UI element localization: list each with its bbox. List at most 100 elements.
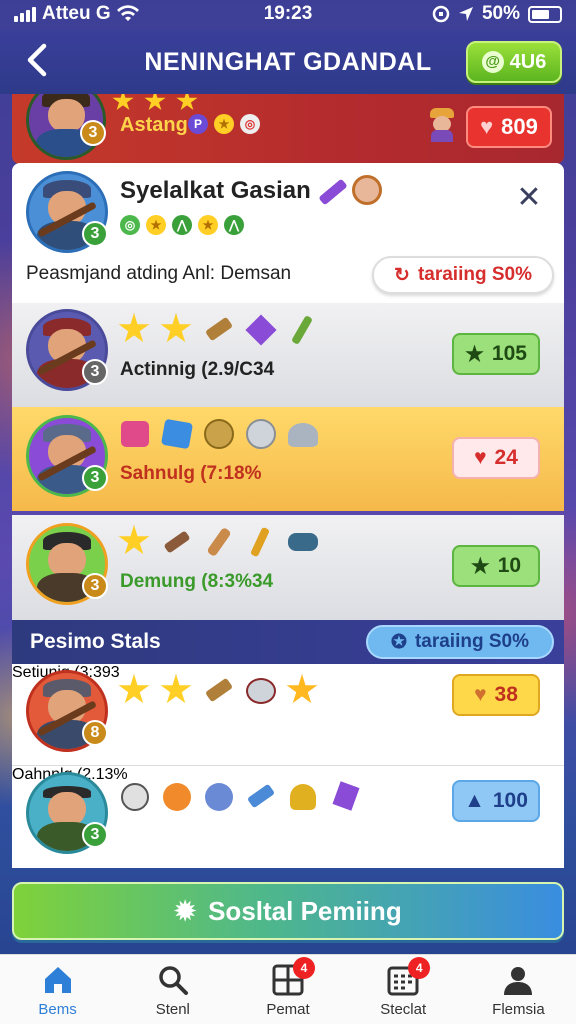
notification-badge: 4: [293, 957, 315, 979]
item-icons: [118, 780, 362, 814]
item-icons: [118, 417, 320, 451]
orb-icon: [202, 780, 236, 814]
level-badge: 8: [82, 720, 108, 746]
coins-button[interactable]: @ 4U6: [466, 41, 562, 83]
rating-pill[interactable]: ↻ taraiing S0%: [372, 256, 554, 294]
star-icon: [160, 313, 192, 343]
player-row[interactable]: 3 Oahnnlg (2.13% ▲ 100: [12, 766, 564, 868]
coin-icon: [118, 780, 152, 814]
coin-icon: [202, 417, 236, 451]
torch-icon: [244, 525, 278, 559]
level-badge: 3: [82, 359, 108, 385]
section-rating-pill[interactable]: ✪ taraiing S0%: [366, 625, 554, 659]
crown-icon: [286, 674, 318, 704]
arrow-icon: ⋀: [172, 215, 192, 235]
rating-stars: [112, 94, 198, 112]
player-name: Astang: [120, 114, 188, 136]
score-value: 10: [497, 554, 522, 577]
wand-icon: [318, 178, 348, 206]
level-badge: 3: [82, 465, 108, 491]
item-icons: [318, 175, 382, 206]
tab-label: Bems: [38, 1001, 77, 1018]
tab-label: Pemat: [266, 1001, 310, 1018]
level-badge: 3: [82, 221, 108, 247]
level-badge: 3: [82, 573, 108, 599]
section-header: Pesimo Stals ✪ taraiing S0%: [12, 620, 564, 664]
star-icon: [118, 674, 150, 704]
profile-icon: [504, 967, 533, 995]
star-icon: [144, 94, 166, 111]
tab-grid[interactable]: 4 Pemat: [230, 955, 345, 1024]
star-icon: [176, 94, 198, 111]
coins-value: 4U6: [509, 50, 547, 73]
tab-home[interactable]: Bems: [0, 955, 115, 1024]
p-icon: P: [188, 114, 208, 134]
player-row[interactable]: 3 Demung (8:3%34 ★ 10: [12, 515, 564, 620]
player-row[interactable]: 3 Sahnulg (7:18% ♥ 24: [12, 407, 564, 511]
score-button[interactable]: ▲ 100: [452, 780, 540, 822]
item-icons: [118, 674, 320, 708]
item-icons: [118, 525, 320, 559]
score-button[interactable]: ★ 10: [452, 545, 540, 587]
notification-badge: 4: [408, 957, 431, 979]
section-title: Pesimo Stals: [30, 630, 161, 653]
battery-label: 50%: [481, 3, 520, 24]
app-header: NENINGHAT GDANDAL @ 4U6: [0, 30, 576, 94]
thumb-icon: ▲: [464, 789, 485, 812]
row-label: Demung (8:3%34: [120, 571, 274, 592]
item-icons: [118, 313, 320, 347]
arrow-icon: ⋀: [224, 215, 244, 235]
timer-icon: ↻: [394, 264, 410, 286]
star-icon: [112, 94, 134, 111]
row-label: Actinnig (2.9/C34: [120, 359, 275, 380]
tab-profile[interactable]: Flemsia: [461, 955, 576, 1024]
score-button[interactable]: ♥ 38: [452, 674, 540, 716]
tab-label: Steclat: [380, 1001, 427, 1018]
player-row[interactable]: 3 Actinnig (2.9/C34 ★ 105: [12, 303, 564, 407]
star-icon: ★: [146, 215, 166, 235]
tab-label: Flemsia: [492, 1001, 545, 1018]
gear-icon: ✹: [174, 895, 197, 926]
shield-icon: [244, 417, 278, 451]
home-icon: [44, 967, 71, 993]
star-icon: ★: [214, 114, 234, 134]
submit-button[interactable]: ✹ Sosltal Pemiing: [12, 882, 564, 940]
rating-text: taraiing S0%: [417, 264, 532, 285]
rotation-lock-icon: [432, 5, 450, 23]
location-icon: [458, 7, 473, 21]
tab-calendar[interactable]: 4 Steclat: [346, 955, 461, 1024]
player-description: Peasmjand atding Anl: Demsan: [26, 263, 292, 284]
helmet-icon: [286, 417, 320, 451]
score-value: 38: [494, 683, 518, 706]
level-badge: 3: [80, 120, 106, 146]
potion-icon: [118, 417, 152, 451]
trait-icons: ◎ ★ ⋀ ★ ⋀: [120, 215, 244, 235]
row-label: Sahnulg (7:18%: [120, 463, 262, 484]
score-button[interactable]: ★ 105: [452, 333, 540, 375]
search-icon: [159, 966, 188, 995]
tab-search[interactable]: Stenl: [115, 955, 230, 1024]
cannon-icon: [286, 525, 320, 559]
battery-icon: [528, 5, 562, 23]
gem-icon: [244, 313, 278, 347]
pet-icon: [352, 175, 382, 205]
player-name: Syelalkat Gasian: [120, 177, 311, 204]
hammer-icon: [244, 780, 278, 814]
hammer-icon: [202, 313, 236, 347]
score-button[interactable]: ♥ 809: [466, 106, 552, 148]
star-icon: [118, 525, 150, 555]
star-icon: [160, 674, 192, 704]
level-badge: 3: [82, 822, 108, 848]
heart-icon: ♥: [474, 446, 487, 469]
score-button[interactable]: ♥ 24: [452, 437, 540, 479]
player-row[interactable]: 8 Setiunig (3:393 ♥ 38: [12, 664, 564, 766]
hammer-icon: [202, 674, 236, 708]
star-icon: ★: [465, 342, 484, 366]
bell-icon: [286, 780, 320, 814]
top-player-card[interactable]: 3 Astang P ★ ◎ ♥ 809: [12, 94, 564, 164]
calendar-icon: 4: [386, 957, 431, 997]
close-button[interactable]: ✕: [514, 183, 544, 213]
paw-icon: [160, 780, 194, 814]
tab-label: Stenl: [155, 1001, 190, 1018]
star-icon: [118, 313, 150, 343]
